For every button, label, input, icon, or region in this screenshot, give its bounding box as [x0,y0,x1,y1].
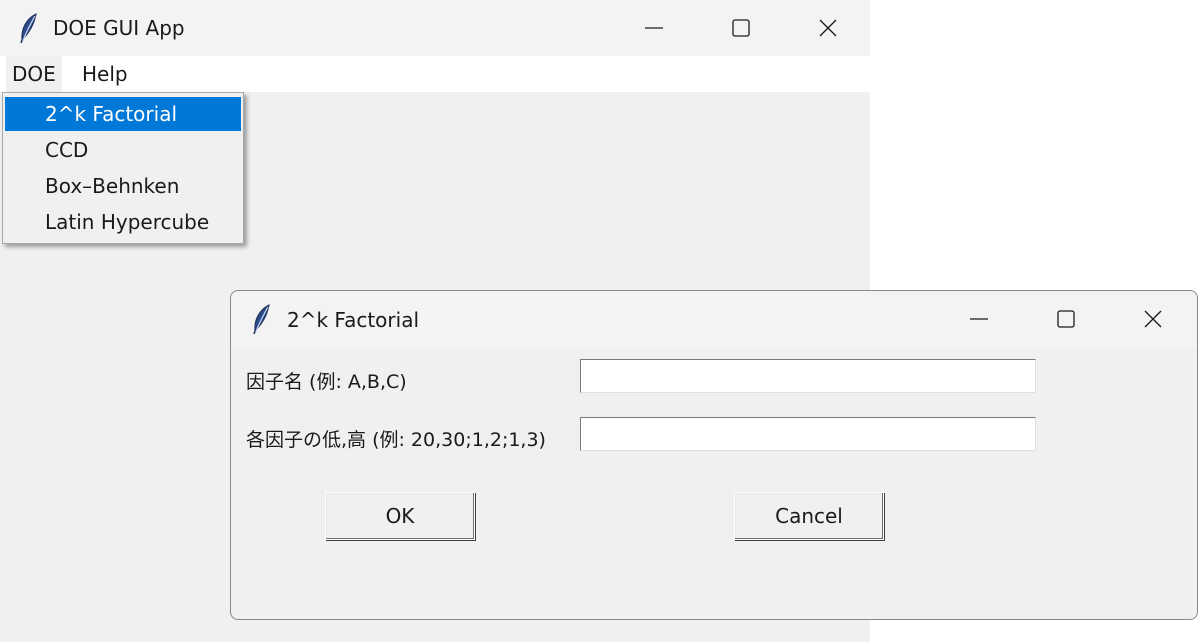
feather-icon [251,304,273,335]
menu-item-box-behnken[interactable]: Box–Behnken [5,169,241,203]
close-icon [1144,310,1162,328]
factor-levels-input[interactable] [580,417,1036,451]
menu-doe[interactable]: DOE [6,56,62,92]
factor-names-input[interactable] [580,359,1036,393]
maximize-icon [1057,310,1075,328]
window-title: DOE GUI App [53,16,185,40]
minimize-icon [645,27,663,29]
feather-icon [18,13,40,44]
dialog-close-button[interactable] [1109,291,1197,347]
doe-dropdown-menu: 2^k Factorial CCD Box–Behnken Latin Hype… [2,92,244,244]
dialog-minimize-button[interactable] [935,291,1023,347]
ok-button[interactable]: OK [325,492,475,540]
factor-names-label: 因子名 (例: A,B,C) [246,371,407,393]
maximize-icon [732,19,750,37]
main-titlebar[interactable]: DOE GUI App [0,0,870,56]
close-button[interactable] [784,0,872,56]
minimize-icon [970,318,988,320]
menu-item-ccd[interactable]: CCD [5,133,241,167]
dialog-titlebar[interactable]: 2^k Factorial [231,291,1197,347]
menubar: DOE Help [0,56,870,92]
menu-item-2k-factorial[interactable]: 2^k Factorial [5,97,241,131]
factor-levels-label: 各因子の低,高 (例: 20,30;1,2;1,3) [246,429,546,451]
close-icon [819,19,837,37]
cancel-button[interactable]: Cancel [734,492,884,540]
dialog-maximize-button[interactable] [1022,291,1110,347]
minimize-button[interactable] [610,0,698,56]
menu-help[interactable]: Help [76,56,134,92]
dialog-title: 2^k Factorial [287,308,420,332]
maximize-button[interactable] [697,0,785,56]
factorial-dialog: 2^k Factorial 因子名 (例: A,B,C) 各因子の低,高 (例:… [230,290,1198,620]
menu-item-latin-hypercube[interactable]: Latin Hypercube [5,205,241,239]
